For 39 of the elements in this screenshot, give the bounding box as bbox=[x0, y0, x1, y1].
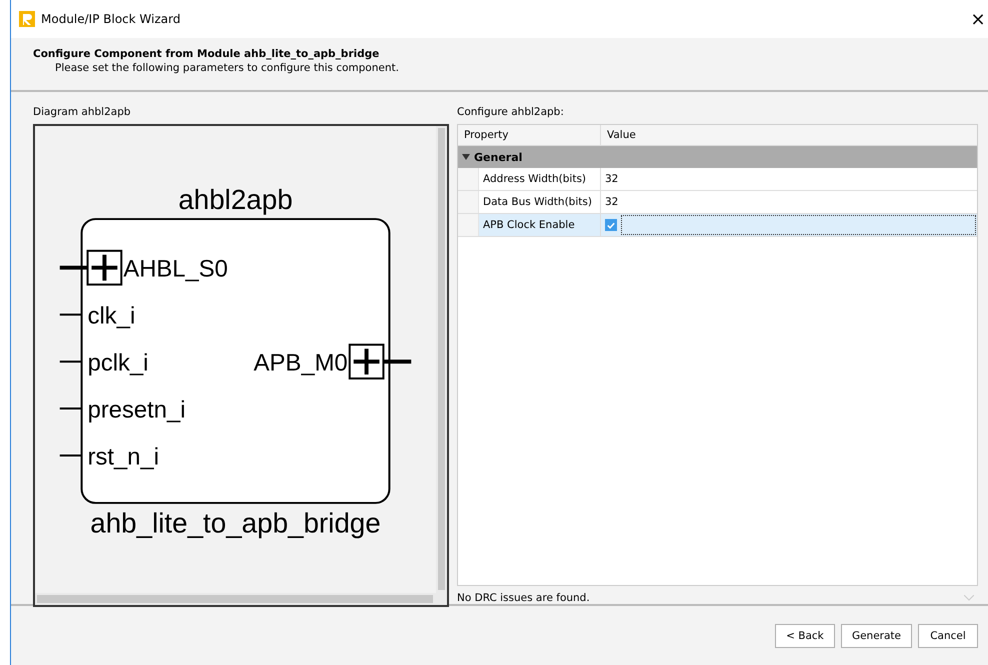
group-row[interactable]: General bbox=[458, 146, 977, 168]
column-header: Value bbox=[606, 128, 636, 143]
checkbox[interactable] bbox=[605, 219, 617, 231]
port-label: clk_i bbox=[88, 302, 136, 330]
close-button[interactable]: × bbox=[968, 8, 988, 30]
collapse-icon bbox=[462, 154, 470, 160]
port-label: AHBL_S0 bbox=[123, 256, 228, 283]
config-label: Configure ahbl2apb: bbox=[457, 106, 565, 118]
module-name: ahb_lite_to_apb_bridge bbox=[90, 508, 381, 539]
port-label: rst_n_i bbox=[88, 443, 160, 470]
dialog-button[interactable]: < Back bbox=[774, 624, 835, 648]
bus-pin-drawing bbox=[348, 344, 412, 380]
group-name: General bbox=[474, 150, 522, 164]
pin-line bbox=[60, 408, 82, 410]
instance-name: ahbl2apb bbox=[178, 184, 293, 216]
bus-pin-drawing bbox=[60, 250, 122, 286]
port-label: presetn_i bbox=[88, 396, 186, 424]
pin-line bbox=[60, 314, 82, 316]
pin-line bbox=[60, 454, 82, 456]
property-name[interactable]: Address Width(bits) bbox=[479, 168, 601, 190]
property-value[interactable]: 32 bbox=[605, 173, 618, 185]
column-header: Property bbox=[458, 125, 601, 145]
header-subtitle: Please set the following parameters to configure this component. bbox=[54, 62, 400, 74]
window-title: Module/IP Block Wizard bbox=[41, 12, 182, 26]
property-value[interactable]: 32 bbox=[605, 196, 618, 208]
status-message: No DRC issues are found. bbox=[457, 592, 590, 604]
diagram-label: Diagram ahbl2apb bbox=[33, 106, 132, 118]
property-name[interactable]: Data Bus Width(bits) bbox=[479, 191, 601, 213]
header-title: Configure Component from Module ahb_lite_to_apb_bridge bbox=[33, 48, 380, 60]
pin-line bbox=[60, 360, 82, 363]
vertical-scrollbar[interactable] bbox=[436, 126, 447, 593]
property-name[interactable]: APB Clock Enable bbox=[479, 214, 601, 236]
dialog-button[interactable]: Generate bbox=[840, 624, 912, 648]
chevron-down-icon bbox=[964, 595, 974, 601]
port-label: pclk_i bbox=[88, 350, 148, 377]
app-logo-icon bbox=[19, 11, 35, 27]
port-label: APB_M0 bbox=[254, 350, 348, 377]
horizontal-scrollbar[interactable] bbox=[35, 593, 447, 605]
dialog-button[interactable]: Cancel bbox=[918, 624, 978, 648]
